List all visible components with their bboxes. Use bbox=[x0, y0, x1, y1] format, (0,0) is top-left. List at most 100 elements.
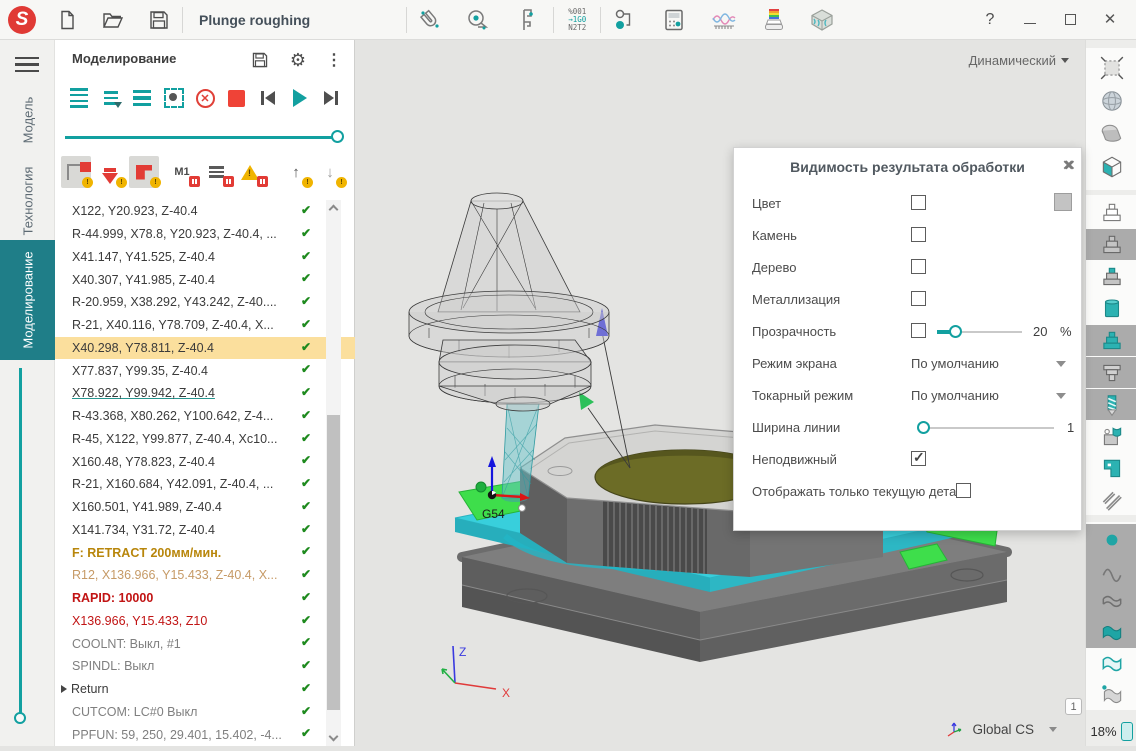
dot-button[interactable] bbox=[1086, 524, 1136, 555]
transparency-slider[interactable] bbox=[937, 331, 1022, 333]
command-row[interactable]: COOLNT: Выкл, #1 bbox=[55, 632, 355, 655]
line-width-slider[interactable] bbox=[921, 427, 1054, 429]
settings-button[interactable] bbox=[285, 47, 311, 73]
frame-selection-button[interactable] bbox=[162, 86, 186, 110]
stop-on-tool-collision-toggle[interactable] bbox=[95, 156, 125, 188]
workpiece-top-teal-button[interactable] bbox=[1086, 261, 1136, 292]
command-row[interactable]: R-44.999, X78.8, Y20.923, Z-40.4, ... bbox=[55, 223, 355, 246]
command-row[interactable]: X41.147, Y41.525, Z-40.4 bbox=[55, 246, 355, 269]
snap-button[interactable] bbox=[413, 5, 447, 35]
stop-on-part-collision-toggle[interactable] bbox=[61, 156, 91, 188]
progress-slider-thumb[interactable] bbox=[331, 130, 344, 143]
chevron-down-icon[interactable] bbox=[1056, 361, 1066, 367]
calculator-button[interactable] bbox=[657, 5, 691, 35]
stone-checkbox[interactable] bbox=[911, 227, 926, 242]
view-mode-dropdown[interactable]: Динамический bbox=[969, 53, 1069, 68]
workpiece-teal-button[interactable] bbox=[1086, 325, 1136, 356]
command-row[interactable]: CUTCOM: LC#0 Выкл bbox=[55, 701, 355, 724]
color-swatch[interactable] bbox=[1054, 193, 1072, 211]
app-logo-icon[interactable]: S bbox=[8, 6, 36, 34]
pause-on-warning-toggle[interactable] bbox=[235, 156, 265, 188]
material-button[interactable] bbox=[805, 5, 839, 35]
command-row[interactable]: X136.966, Y15.433, Z10 bbox=[55, 610, 355, 633]
result-count-badge[interactable]: 1 bbox=[1065, 698, 1082, 715]
line-width-slider-thumb[interactable] bbox=[917, 421, 930, 434]
dialog-close-button[interactable] bbox=[1062, 157, 1070, 174]
tool-editor-button[interactable] bbox=[757, 5, 791, 35]
scroll-down-icon[interactable] bbox=[329, 732, 339, 742]
command-row[interactable]: R-21, X160.684, Y42.091, Z-40.4, ... bbox=[55, 473, 355, 496]
fit-view-button[interactable] bbox=[1086, 52, 1136, 83]
node-editor-button[interactable] bbox=[607, 5, 641, 35]
help-button[interactable]: ? bbox=[970, 5, 1010, 35]
scrollbar-thumb[interactable] bbox=[327, 415, 340, 710]
main-menu-button[interactable] bbox=[15, 53, 39, 76]
chevron-down-icon[interactable] bbox=[1049, 727, 1057, 732]
funnel-gray-button[interactable] bbox=[1086, 357, 1136, 388]
command-row[interactable]: X141.734, Y31.72, Z-40.4 bbox=[55, 519, 355, 542]
part-flag-button[interactable] bbox=[1086, 421, 1136, 452]
new-file-button[interactable] bbox=[50, 5, 84, 35]
command-row[interactable]: R-43.368, X80.262, Y100.642, Z-4... bbox=[55, 405, 355, 428]
statistics-button[interactable] bbox=[707, 5, 741, 35]
command-row[interactable]: X160.48, Y78.823, Z-40.4 bbox=[55, 450, 355, 473]
expand-arrow-icon[interactable] bbox=[61, 685, 67, 693]
command-row[interactable]: R-20.959, X38.292, Y43.242, Z-40.... bbox=[55, 291, 355, 314]
metallization-checkbox[interactable] bbox=[911, 291, 926, 306]
command-row[interactable]: Return bbox=[55, 678, 355, 701]
open-file-button[interactable] bbox=[96, 5, 130, 35]
run-to-line-button[interactable] bbox=[99, 86, 123, 110]
caliper-button[interactable] bbox=[509, 5, 543, 35]
tab-model[interactable]: Модель bbox=[0, 85, 55, 155]
progress-slider[interactable] bbox=[65, 130, 343, 144]
command-row[interactable]: SPINDL: Выкл bbox=[55, 655, 355, 678]
wave-dot-button[interactable] bbox=[1086, 679, 1136, 710]
hatch-button[interactable] bbox=[1086, 485, 1136, 516]
command-row[interactable]: X40.307, Y41.985, Z-40.4 bbox=[55, 268, 355, 291]
progress-slider-track[interactable] bbox=[65, 136, 337, 139]
workpiece-gray-button[interactable] bbox=[1086, 229, 1136, 260]
step-back-button[interactable] bbox=[256, 86, 280, 110]
pause-on-list-toggle[interactable] bbox=[201, 156, 231, 188]
fixed-checkbox[interactable] bbox=[911, 451, 926, 466]
scroll-up-icon[interactable] bbox=[329, 205, 339, 215]
color-checkbox[interactable] bbox=[911, 195, 926, 210]
transparency-slider-thumb[interactable] bbox=[949, 325, 962, 338]
shaded-sphere-button[interactable] bbox=[1086, 85, 1136, 116]
command-row[interactable]: X78.922, Y99.942, Z-40.4 bbox=[55, 382, 355, 405]
stop-button[interactable] bbox=[225, 86, 249, 110]
list-scrollbar[interactable] bbox=[326, 200, 341, 746]
tab-technology[interactable]: Технология bbox=[0, 155, 55, 247]
step-forward-button[interactable] bbox=[319, 86, 343, 110]
tab-simulation[interactable]: Моделирование bbox=[0, 240, 55, 360]
command-row[interactable]: X122, Y20.923, Z-40.4 bbox=[55, 200, 355, 223]
machine-button[interactable] bbox=[1086, 453, 1136, 484]
command-row[interactable]: PPFUN: 59, 250, 29.401, 15.402, -4... bbox=[55, 723, 355, 746]
wireframe-cube-button[interactable] bbox=[1086, 151, 1136, 182]
drill-tool-button[interactable] bbox=[1086, 389, 1136, 420]
next-warning-button[interactable]: ↓ bbox=[315, 156, 345, 188]
speed-slider-thumb[interactable] bbox=[14, 712, 26, 724]
wood-checkbox[interactable] bbox=[911, 259, 926, 274]
prev-warning-button[interactable]: ↑ bbox=[281, 156, 311, 188]
maximize-button[interactable] bbox=[1050, 5, 1090, 35]
show-all-lines-button[interactable] bbox=[67, 86, 91, 110]
command-row[interactable]: X160.501, Y41.989, Z-40.4 bbox=[55, 496, 355, 519]
command-row[interactable]: R-45, X122, Y99.877, Z-40.4, Xc10... bbox=[55, 428, 355, 451]
stop-on-machine-collision-toggle[interactable] bbox=[129, 156, 159, 188]
gcode-preview-icon[interactable]: %001 →1G0 N2T2 bbox=[568, 8, 586, 32]
current-part-only-checkbox[interactable] bbox=[956, 483, 971, 498]
curve-button[interactable] bbox=[1086, 555, 1136, 586]
pause-on-m1-toggle[interactable]: M1 bbox=[167, 156, 197, 188]
wave-outline-button[interactable] bbox=[1086, 648, 1136, 679]
play-button[interactable] bbox=[288, 86, 312, 110]
screen-mode-select[interactable]: По умолчанию bbox=[911, 356, 999, 371]
more-menu-button[interactable] bbox=[321, 47, 347, 73]
command-row[interactable]: RAPID: 10000 bbox=[55, 587, 355, 610]
save-file-button[interactable] bbox=[142, 5, 176, 35]
blank-part-button[interactable] bbox=[1086, 197, 1136, 228]
command-row[interactable]: F: RETRACT 200мм/мин. bbox=[55, 541, 355, 564]
command-row[interactable]: R12, X136.966, Y15.433, Z-40.4, X... bbox=[55, 564, 355, 587]
lathe-mode-select[interactable]: По умолчанию bbox=[911, 388, 999, 403]
command-row[interactable]: R-21, X40.116, Y78.709, Z-40.4, X... bbox=[55, 314, 355, 337]
